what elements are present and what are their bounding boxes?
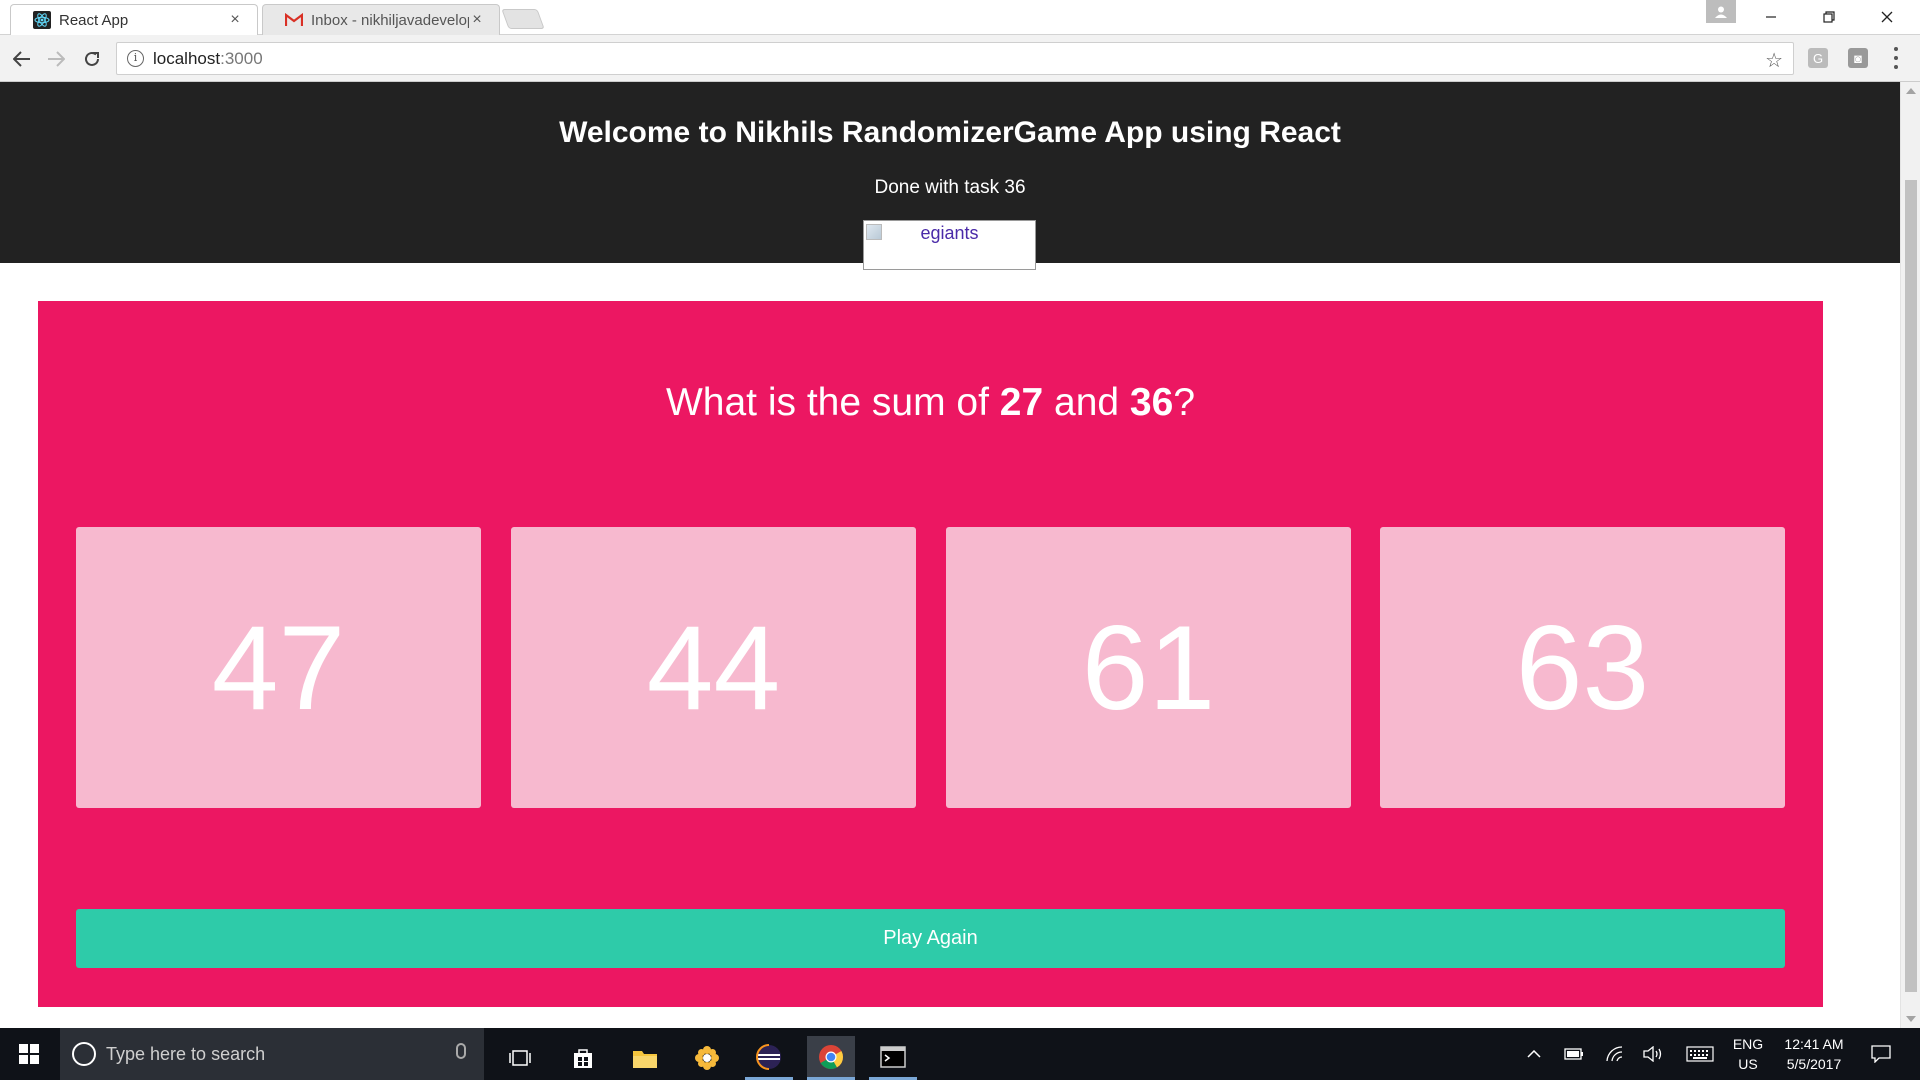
input-language[interactable]: ENG US — [1730, 1034, 1766, 1074]
tab-close-icon[interactable]: × — [469, 12, 485, 28]
clock-time: 12:41 AM — [1784, 1036, 1844, 1052]
scroll-down-icon[interactable] — [1906, 1016, 1916, 1022]
cortana-icon — [72, 1042, 96, 1066]
windows-start-icon[interactable] — [0, 1028, 58, 1080]
profile-icon[interactable] — [1706, 0, 1736, 23]
microphone-icon[interactable] — [456, 1043, 466, 1059]
browser-menu-icon[interactable] — [1893, 47, 1899, 69]
scrollbar-thumb[interactable] — [1905, 180, 1917, 992]
second-number: 36 — [1129, 381, 1174, 424]
question-mid: and — [1043, 381, 1130, 424]
tab-close-icon[interactable]: × — [227, 12, 243, 28]
broken-image: egiants — [863, 220, 1036, 270]
close-window-icon[interactable] — [1858, 0, 1916, 34]
notifications-icon[interactable] — [1866, 1028, 1896, 1080]
first-number: 27 — [999, 381, 1044, 424]
browser-toolbar: i localhost:3000 ☆ G ◙ — [0, 35, 1920, 82]
browser-titlebar: React App × Inbox - nikhiljavadevelop × — [0, 0, 1920, 35]
tray-expand-icon[interactable] — [1522, 1028, 1546, 1080]
reload-icon[interactable] — [80, 47, 104, 71]
battery-icon[interactable] — [1562, 1028, 1586, 1080]
scroll-up-icon[interactable] — [1906, 88, 1916, 94]
page-subtitle: Done with task 36 — [874, 177, 1026, 198]
language-code: ENG — [1732, 1036, 1764, 1052]
extension-g-icon[interactable]: G — [1808, 48, 1828, 68]
gmail-icon — [285, 11, 303, 29]
bookmark-star-icon[interactable]: ☆ — [1765, 48, 1783, 73]
windows-taskbar: Type here to search ENG US 12:41 AM 5/5/… — [0, 1028, 1920, 1080]
taskbar-search-box[interactable]: Type here to search — [60, 1028, 484, 1080]
store-icon[interactable] — [559, 1036, 607, 1080]
search-placeholder: Type here to search — [106, 1043, 266, 1064]
question-prefix: What is the sum of — [665, 381, 1000, 424]
back-icon[interactable] — [10, 47, 34, 71]
system-clock[interactable]: 12:41 AM 5/5/2017 — [1774, 1034, 1854, 1074]
answer-option-2[interactable]: 44 — [511, 527, 916, 808]
page-viewport: Welcome to Nikhils RandomizerGame App us… — [0, 82, 1900, 1028]
image-alt-text: egiants — [920, 223, 979, 243]
tab-react-app[interactable]: React App × — [10, 4, 258, 35]
chrome-icon[interactable] — [807, 1036, 855, 1080]
question-suffix: ? — [1173, 381, 1196, 424]
extension-shield-icon[interactable]: ◙ — [1848, 48, 1868, 68]
tab-title: React App — [59, 11, 129, 29]
terminal-icon[interactable] — [869, 1036, 917, 1080]
game-panel: What is the sum of 27 and 36? 47 44 61 6… — [38, 301, 1823, 1007]
minimize-icon[interactable] — [1742, 0, 1800, 34]
react-icon — [33, 11, 51, 29]
clock-date: 5/5/2017 — [1786, 1056, 1842, 1072]
new-tab-button[interactable] — [501, 9, 545, 29]
answer-option-3[interactable]: 61 — [946, 527, 1351, 808]
url-host: localhost — [153, 48, 221, 68]
page-title: Welcome to Nikhils RandomizerGame App us… — [559, 116, 1341, 149]
volume-icon[interactable] — [1640, 1028, 1666, 1080]
region-code: US — [1738, 1056, 1758, 1072]
file-explorer-icon[interactable] — [621, 1036, 669, 1080]
answer-option-4[interactable]: 63 — [1380, 527, 1785, 808]
answer-option-1[interactable]: 47 — [76, 527, 481, 808]
address-bar[interactable]: i localhost:3000 ☆ — [116, 42, 1794, 75]
page-scrollbar[interactable] — [1900, 82, 1920, 1028]
question-text: What is the sum of 27 and 36? — [38, 381, 1823, 425]
keyboard-icon[interactable] — [1684, 1028, 1716, 1080]
url-port: :3000 — [220, 48, 263, 68]
tab-inbox[interactable]: Inbox - nikhiljavadevelop × — [262, 4, 500, 35]
site-info-icon[interactable]: i — [127, 50, 144, 67]
tab-title: Inbox - nikhiljavadevelop — [311, 11, 469, 29]
forward-icon[interactable] — [44, 47, 68, 71]
wifi-icon[interactable] — [1602, 1028, 1626, 1080]
task-view-icon[interactable] — [496, 1036, 544, 1080]
restore-icon[interactable] — [1800, 0, 1858, 34]
pinwheel-app-icon[interactable] — [683, 1036, 731, 1080]
play-again-button[interactable]: Play Again — [76, 909, 1785, 968]
eclipse-icon[interactable] — [745, 1036, 793, 1080]
app-header: Welcome to Nikhils RandomizerGame App us… — [0, 82, 1900, 270]
